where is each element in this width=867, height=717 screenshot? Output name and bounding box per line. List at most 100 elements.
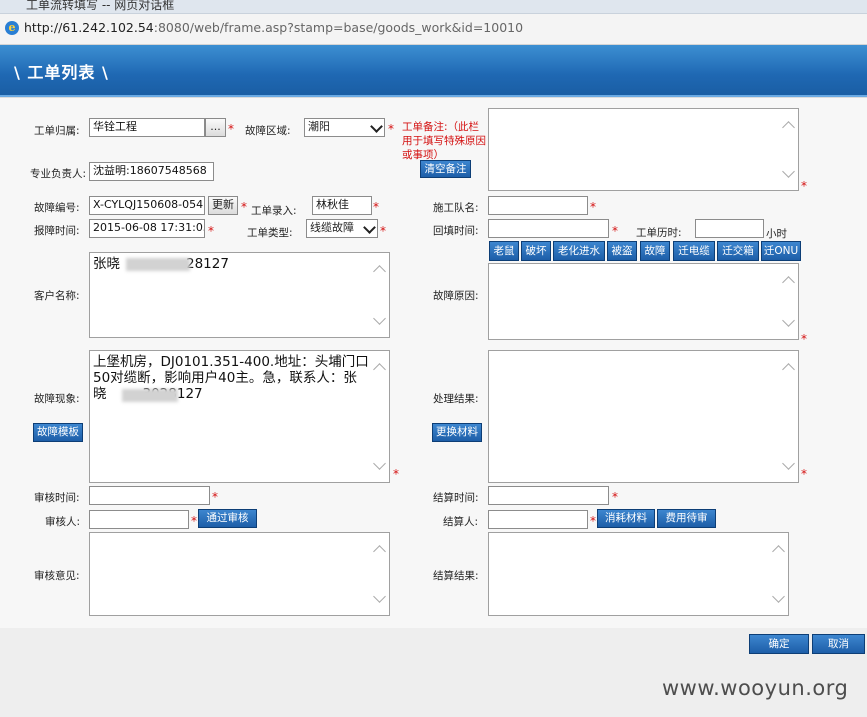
- audit-time-required-mark: *: [212, 490, 218, 504]
- fee-pending-button[interactable]: 费用待审: [657, 509, 716, 528]
- customer-label: 客户名称:: [34, 290, 80, 302]
- owner-input[interactable]: 华铨工程: [89, 118, 205, 137]
- url-host: http://61.242.102.54: [24, 20, 154, 35]
- cause-button-damage[interactable]: 破坏: [521, 241, 551, 261]
- recorder-required-mark: *: [373, 200, 379, 214]
- chevron-down-icon: [370, 120, 383, 133]
- team-input[interactable]: [488, 196, 588, 215]
- note-label: 工单备注:（此栏用于填写特殊原因或事项）: [402, 121, 486, 161]
- report-time-required-mark: *: [208, 224, 214, 238]
- ok-button[interactable]: 确定: [749, 634, 809, 654]
- recorder-input[interactable]: 林秋佳: [312, 196, 372, 215]
- auditor-required-mark: *: [191, 514, 197, 528]
- fault-no-required-mark: *: [241, 200, 247, 214]
- reply-time-label: 回填时间:: [433, 225, 479, 237]
- consumables-button[interactable]: 消耗材料: [597, 509, 655, 528]
- cause-scrollbar[interactable]: [780, 264, 798, 339]
- cause-button-aging[interactable]: 老化进水: [553, 241, 605, 261]
- settle-time-input[interactable]: [488, 486, 609, 505]
- page-title: \ 工单列表 \: [14, 63, 109, 82]
- cause-label: 故障原因:: [433, 290, 479, 302]
- duration-input[interactable]: [695, 219, 764, 238]
- clear-note-button[interactable]: 清空备注: [420, 160, 471, 178]
- cancel-button[interactable]: 取消: [812, 634, 865, 654]
- fault-template-button[interactable]: 故障模板: [33, 423, 83, 442]
- duration-unit: 小时: [766, 228, 787, 240]
- report-time-label: 报障时间:: [34, 225, 80, 237]
- cause-required-mark: *: [801, 332, 807, 346]
- settler-required-mark: *: [590, 514, 596, 528]
- settler-label: 结算人:: [443, 516, 479, 528]
- reply-time-required-mark: *: [612, 224, 618, 238]
- settle-result-textarea[interactable]: [488, 532, 789, 616]
- result-scrollbar[interactable]: [780, 351, 798, 482]
- customer-text-part-b: 28127: [186, 256, 229, 272]
- scroll-up-icon: [373, 363, 386, 376]
- settle-result-scrollbar[interactable]: [770, 533, 788, 615]
- audit-opinion-scrollbar[interactable]: [371, 533, 389, 615]
- audit-time-input[interactable]: [89, 486, 210, 505]
- settle-time-label: 结算时间:: [433, 492, 479, 504]
- scroll-down-icon: [373, 312, 386, 325]
- fault-no-input[interactable]: X-CYLQJ150608-0547: [89, 196, 205, 215]
- cause-button-mouse[interactable]: 老鼠: [489, 241, 519, 261]
- cause-textarea[interactable]: [488, 263, 799, 340]
- watermark: www.wooyun.org: [662, 676, 849, 700]
- url-path: :8080/web/frame.asp?stamp=base/goods_wor…: [153, 20, 524, 35]
- reply-time-input[interactable]: [488, 219, 609, 238]
- redaction-blur: [122, 389, 178, 402]
- settler-input[interactable]: [488, 510, 588, 529]
- area-select[interactable]: 潮阳: [304, 118, 385, 137]
- type-label: 工单类型:: [247, 227, 293, 239]
- phenomenon-textarea[interactable]: 上堡机房，DJ0101.351-400.地址：头埔门口50对缆断，影响用户40主…: [89, 350, 390, 483]
- responsible-input[interactable]: 沈益明:18607548568: [89, 162, 214, 181]
- cause-button-theft[interactable]: 被盗: [607, 241, 637, 261]
- cause-button-move-box[interactable]: 迁交箱: [717, 241, 759, 261]
- result-textarea[interactable]: [488, 350, 799, 483]
- auditor-label: 审核人:: [45, 516, 81, 528]
- cause-button-move-onu[interactable]: 迁ONU: [761, 241, 801, 261]
- type-required-mark: *: [380, 224, 386, 238]
- pass-audit-button[interactable]: 通过审核: [198, 509, 257, 528]
- settle-time-required-mark: *: [612, 490, 618, 504]
- cause-button-fault[interactable]: 故障: [640, 241, 670, 261]
- audit-opinion-textarea[interactable]: [89, 532, 390, 616]
- note-scrollbar[interactable]: [780, 109, 798, 190]
- scroll-down-icon: [373, 457, 386, 470]
- address-bar: e http://61.242.102.54:8080/web/frame.as…: [0, 14, 867, 45]
- owner-browse-button[interactable]: ...: [205, 118, 226, 137]
- type-select-value: 线缆故障: [310, 221, 354, 234]
- customer-textarea[interactable]: 张晓 28127: [89, 252, 390, 338]
- scroll-down-icon: [782, 314, 795, 327]
- note-required-mark: *: [801, 179, 807, 193]
- phenomenon-label: 故障现象:: [34, 393, 80, 405]
- auditor-input[interactable]: [89, 510, 189, 529]
- report-time-input[interactable]: 2015-06-08 17:31:05: [89, 219, 205, 238]
- customer-scrollbar[interactable]: [371, 253, 389, 337]
- phenomenon-scrollbar[interactable]: [371, 351, 389, 482]
- url-text: http://61.242.102.54:8080/web/frame.asp?…: [24, 20, 523, 35]
- scroll-up-icon: [782, 363, 795, 376]
- cause-button-move-cable[interactable]: 迁电缆: [673, 241, 715, 261]
- scroll-up-icon: [373, 265, 386, 278]
- window-title-bar: 工单流转填写 -- 网页对话框: [0, 0, 867, 14]
- note-textarea[interactable]: [488, 108, 799, 191]
- owner-label: 工单归属:: [34, 125, 80, 137]
- customer-text-part-a: 张晓: [93, 256, 120, 272]
- team-required-mark: *: [590, 200, 596, 214]
- scroll-up-icon: [772, 545, 785, 558]
- scroll-down-icon: [782, 457, 795, 470]
- ie-icon: e: [5, 21, 19, 35]
- duration-label: 工单历时:: [636, 227, 682, 239]
- scroll-down-icon: [772, 590, 785, 603]
- dialog-footer: [0, 628, 867, 717]
- area-label: 故障区域:: [245, 125, 291, 137]
- scroll-up-icon: [782, 121, 795, 134]
- type-select[interactable]: 线缆故障: [306, 219, 378, 238]
- replace-material-button[interactable]: 更换材料: [432, 423, 482, 442]
- area-required-mark: *: [388, 122, 394, 136]
- window-title: 工单流转填写 -- 网页对话框: [26, 0, 175, 12]
- fault-no-label: 故障编号:: [34, 202, 80, 214]
- scroll-up-icon: [782, 276, 795, 289]
- update-button[interactable]: 更新: [208, 196, 238, 215]
